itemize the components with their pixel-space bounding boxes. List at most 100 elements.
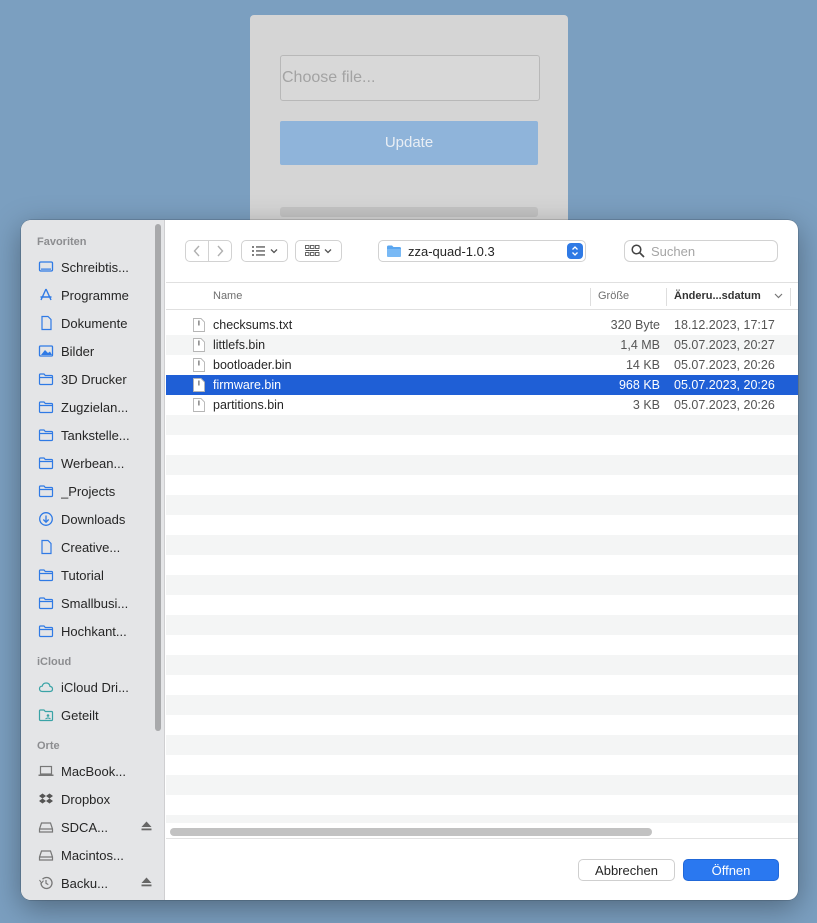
sidebar-item-label: Schreibtis... — [61, 259, 129, 275]
empty-row — [166, 475, 798, 495]
empty-row — [166, 815, 798, 823]
sidebar-item-dropbox[interactable]: Dropbox — [37, 788, 155, 810]
file-row[interactable]: partitions.bin 3 KB 05.07.2023, 20:26 — [166, 395, 798, 415]
file-name: checksums.txt — [213, 318, 293, 332]
divider — [166, 838, 798, 839]
file-row[interactable]: checksums.txt 320 Byte 18.12.2023, 17:17 — [166, 315, 798, 335]
file-icon — [193, 378, 205, 392]
file-row[interactable]: firmware.bin 968 KB 05.07.2023, 20:26 — [166, 375, 798, 395]
column-separator[interactable] — [666, 288, 667, 306]
drive-icon — [37, 818, 55, 836]
sidebar-item-programme[interactable]: Programme — [37, 284, 155, 306]
chevron-right-icon — [217, 245, 224, 257]
popup-stepper-icon — [567, 243, 583, 259]
laptop-icon — [37, 762, 55, 780]
chevron-left-icon — [193, 245, 200, 257]
sidebar-item-geteilt[interactable]: Geteilt — [37, 704, 155, 726]
sidebar-item-sdca[interactable]: SDCA... — [37, 816, 155, 838]
folder-icon — [37, 622, 55, 640]
empty-row — [166, 655, 798, 675]
search-input[interactable] — [651, 243, 771, 259]
file-date: 05.07.2023, 20:26 — [674, 378, 775, 392]
empty-row — [166, 455, 798, 475]
list-icon — [251, 246, 277, 256]
file-size: 3 KB — [632, 398, 660, 412]
sidebar-item-hochkant[interactable]: Hochkant... — [37, 620, 155, 642]
file-list: checksums.txt 320 Byte 18.12.2023, 17:17 li… — [166, 315, 798, 823]
file-row[interactable]: bootloader.bin 14 KB 05.07.2023, 20:26 — [166, 355, 798, 375]
sidebar-item-projects[interactable]: _Projects — [37, 480, 155, 502]
empty-row — [166, 435, 798, 455]
file-date: 05.07.2023, 20:26 — [674, 358, 775, 372]
sidebar-item-label: Smallbusi... — [61, 595, 129, 611]
downloads-icon — [37, 510, 55, 528]
desktop-icon — [37, 258, 55, 276]
open-button[interactable]: Öffnen — [683, 859, 779, 881]
sidebar-item-label: Creative... — [61, 539, 121, 555]
sidebar-item-tutorial[interactable]: Tutorial — [37, 564, 155, 586]
choose-file-input[interactable]: Choose file... — [280, 55, 540, 101]
sidebar-item-label: Dokumente — [61, 315, 128, 331]
sidebar: Favoriten Schreibtis... Programme Dokumente… — [21, 220, 165, 900]
sidebar-item-label: Werbean... — [61, 455, 125, 471]
sidebar-item-smallbusi[interactable]: Smallbusi... — [37, 592, 155, 614]
column-separator[interactable] — [790, 288, 791, 306]
empty-row — [166, 775, 798, 795]
horizontal-scrollbar[interactable] — [170, 828, 652, 836]
folder-icon — [387, 245, 401, 257]
sidebar-item-zugzielan[interactable]: Zugzielan... — [37, 396, 155, 418]
sidebar-item-macintos[interactable]: Macintos... — [37, 844, 155, 866]
empty-row — [166, 495, 798, 515]
upload-form-card: Choose file... Update — [250, 15, 568, 245]
sidebar-item-downloads[interactable]: Downloads — [37, 508, 155, 530]
sidebar-item-icloud-dri[interactable]: iCloud Dri... — [37, 676, 155, 698]
sidebar-item-tankstelle[interactable]: Tankstelle... — [37, 424, 155, 446]
back-button[interactable] — [185, 240, 209, 262]
sidebar-item-creative[interactable]: Creative... — [37, 536, 155, 558]
sidebar-item-label: Downloads — [61, 511, 126, 527]
sidebar-item-label: Macintos... — [61, 847, 124, 863]
sidebar-item-label: Hochkant... — [61, 623, 127, 639]
column-name[interactable]: Name — [213, 283, 242, 310]
column-size[interactable]: Größe — [598, 283, 629, 310]
file-date: 05.07.2023, 20:26 — [674, 398, 775, 412]
sidebar-item-werbean[interactable]: Werbean... — [37, 452, 155, 474]
sidebar-item-dokumente[interactable]: Dokumente — [37, 312, 155, 334]
update-button[interactable]: Update — [280, 121, 538, 165]
file-row[interactable]: littlefs.bin 1,4 MB 05.07.2023, 20:27 — [166, 335, 798, 355]
shared-folder-icon — [37, 706, 55, 724]
column-separator[interactable] — [590, 288, 591, 306]
location-popup[interactable]: zza-quad-1.0.3 — [378, 240, 586, 262]
search-field[interactable] — [624, 240, 778, 262]
sidebar-item-macbook[interactable]: MacBook... — [37, 760, 155, 782]
file-icon — [193, 398, 205, 412]
sidebar-scrollbar[interactable] — [155, 224, 161, 731]
column-date[interactable]: Änderu...sdatum — [674, 283, 761, 310]
file-name: firmware.bin — [213, 378, 282, 392]
eject-icon[interactable] — [141, 877, 155, 890]
sidebar-item-label: SDCA... — [61, 819, 108, 835]
open-file-dialog: Favoriten Schreibtis... Programme Dokumente… — [21, 220, 798, 900]
forward-button[interactable] — [208, 240, 232, 262]
drive-icon — [37, 846, 55, 864]
cancel-button[interactable]: Abbrechen — [578, 859, 675, 881]
sidebar-section-icloud: iCloud — [37, 656, 72, 668]
sidebar-section-orte: Orte — [37, 740, 60, 752]
sidebar-item-3d-drucker[interactable]: 3D Drucker — [37, 368, 155, 390]
document-icon — [37, 538, 55, 556]
document-icon — [37, 314, 55, 332]
list-view-button[interactable] — [241, 240, 288, 262]
folder-icon — [37, 370, 55, 388]
empty-row — [166, 715, 798, 735]
folder-icon — [37, 482, 55, 500]
sidebar-item-bilder[interactable]: Bilder — [37, 340, 155, 362]
sidebar-item-schreibtis[interactable]: Schreibtis... — [37, 256, 155, 278]
group-view-button[interactable] — [295, 240, 342, 262]
eject-icon[interactable] — [141, 821, 155, 834]
sidebar-item-backu[interactable]: Backu... — [37, 872, 155, 894]
sidebar-section-favoriten: Favoriten — [37, 236, 87, 248]
empty-row — [166, 415, 798, 435]
folder-icon — [37, 566, 55, 584]
sidebar-item-label: Dropbox — [61, 791, 111, 807]
applications-icon — [37, 286, 55, 304]
